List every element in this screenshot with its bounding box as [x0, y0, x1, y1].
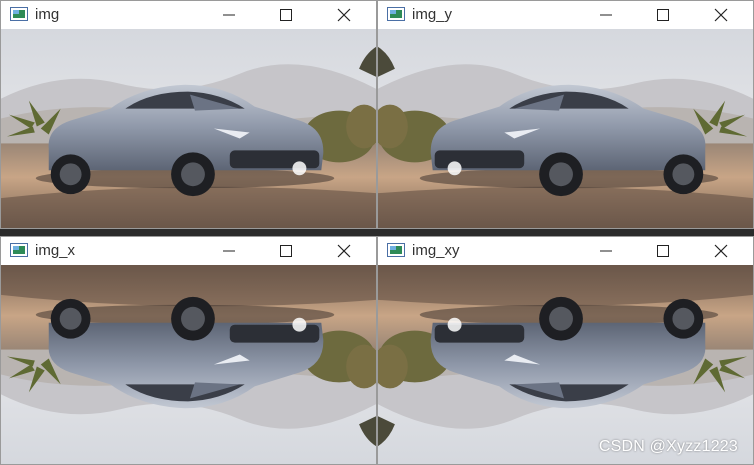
- image-view: [1, 265, 376, 464]
- window-title: img_xy: [412, 242, 460, 259]
- image-view: [1, 29, 376, 228]
- close-button[interactable]: [321, 237, 367, 265]
- close-button[interactable]: [698, 237, 744, 265]
- window-img-x[interactable]: img_x: [0, 236, 377, 465]
- app-icon: [10, 243, 28, 262]
- watermark: CSDN @Xyzz1223: [598, 438, 738, 455]
- minimize-button[interactable]: [583, 237, 629, 265]
- window-title: img_y: [412, 6, 453, 23]
- minimize-icon: [223, 250, 235, 252]
- window-img[interactable]: img: [0, 0, 377, 229]
- close-icon: [337, 244, 351, 258]
- image-view: [378, 265, 753, 464]
- close-button[interactable]: [698, 1, 744, 29]
- close-icon: [714, 244, 728, 258]
- maximize-icon: [657, 245, 669, 257]
- close-button[interactable]: [321, 1, 367, 29]
- window-img-xy[interactable]: img_xy: [377, 236, 754, 465]
- maximize-button[interactable]: [263, 237, 309, 265]
- minimize-button[interactable]: [583, 1, 629, 29]
- close-icon: [714, 8, 728, 22]
- minimize-icon: [223, 14, 235, 16]
- titlebar[interactable]: img_x: [1, 237, 376, 265]
- window-img-y[interactable]: img_y: [377, 0, 754, 229]
- maximize-icon: [280, 245, 292, 257]
- minimize-icon: [600, 250, 612, 252]
- app-icon: [10, 7, 28, 26]
- titlebar[interactable]: img: [1, 1, 376, 29]
- close-icon: [337, 8, 351, 22]
- titlebar[interactable]: img_xy: [378, 237, 753, 265]
- minimize-button[interactable]: [206, 237, 252, 265]
- minimize-icon: [600, 14, 612, 16]
- image-view: [378, 29, 753, 228]
- app-icon: [387, 243, 405, 262]
- maximize-button[interactable]: [640, 1, 686, 29]
- maximize-icon: [657, 9, 669, 21]
- window-title: img: [35, 6, 60, 23]
- maximize-icon: [280, 9, 292, 21]
- maximize-button[interactable]: [263, 1, 309, 29]
- app-icon: [387, 7, 405, 26]
- minimize-button[interactable]: [206, 1, 252, 29]
- titlebar[interactable]: img_y: [378, 1, 753, 29]
- window-title: img_x: [35, 242, 76, 259]
- maximize-button[interactable]: [640, 237, 686, 265]
